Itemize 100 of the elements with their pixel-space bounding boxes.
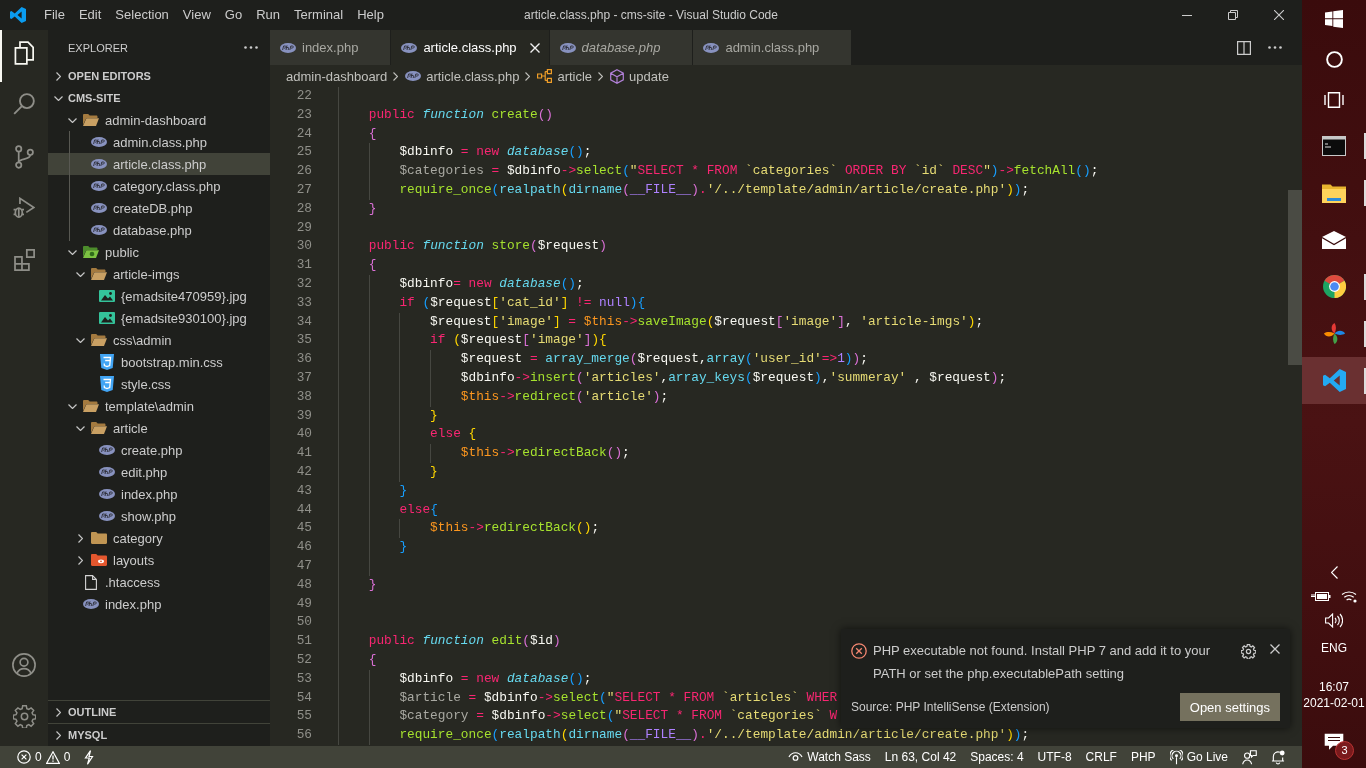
status-bar-item[interactable]: Go Live	[1162, 746, 1235, 768]
menu-item[interactable]: File	[37, 0, 72, 30]
php-file-icon	[559, 42, 576, 53]
clock-date[interactable]: 2021-02-01	[1303, 695, 1365, 711]
battery-icon[interactable]	[1311, 590, 1331, 602]
status-bar-item[interactable]: Spaces: 4	[963, 746, 1031, 768]
tree-item[interactable]: show.php	[48, 505, 270, 527]
circle-icon	[1325, 50, 1343, 68]
breadcrumb-item[interactable]: article.class.php	[405, 68, 520, 84]
menu-item[interactable]: Selection	[108, 0, 176, 30]
tree-item[interactable]: {emadsite470959}.jpg	[48, 285, 270, 307]
close-icon[interactable]	[1270, 644, 1280, 654]
code-line: $request['image'] = $this->saveImage($request['image'], 'article-imgs');	[430, 312, 984, 331]
menu-item[interactable]: Terminal	[287, 0, 351, 30]
folder-icon	[1322, 182, 1346, 203]
code-line: $request = array_merge($request,array('user_id'=>1));	[460, 350, 868, 369]
breadcrumb-item[interactable]: update	[610, 68, 669, 84]
clock-time[interactable]: 16:07	[1319, 679, 1349, 695]
lightning-icon	[84, 749, 95, 765]
line-number: 45	[296, 520, 312, 536]
editor-tab[interactable]: admin.class.php	[693, 30, 853, 65]
line-number: 30	[296, 238, 312, 254]
status-bar-item[interactable]: PHP	[1123, 746, 1163, 768]
section-header[interactable]: MYSQL	[48, 724, 270, 746]
open-settings-button[interactable]: Open settings	[1179, 693, 1280, 721]
scrollbar-thumb[interactable]	[1288, 190, 1302, 365]
tree-item[interactable]: article-imgs	[48, 263, 270, 285]
status-bar-item[interactable]: Watch Sass	[781, 746, 878, 768]
line-number: 52	[296, 651, 312, 667]
status-bar-item[interactable]: Ln 63, Col 42	[877, 746, 964, 768]
problems-button[interactable]: 0 0	[10, 746, 78, 768]
tree-item[interactable]: index.php	[48, 593, 270, 615]
tree-item[interactable]: admin-dashboard	[48, 109, 270, 131]
menu-item[interactable]: Run	[249, 0, 287, 30]
eye-icon	[788, 752, 804, 762]
menu-item[interactable]: Help	[350, 0, 391, 30]
wifi-icon[interactable]	[1341, 589, 1357, 603]
line-number: 26	[296, 163, 312, 179]
breadcrumb-item[interactable]: article	[537, 68, 593, 84]
section-header[interactable]: CMS-SITE	[48, 87, 270, 109]
php-file-icon	[405, 71, 422, 81]
php-file-icon	[91, 137, 107, 147]
editor-tab[interactable]: article.class.php	[391, 30, 550, 65]
tree-item[interactable]: article	[48, 417, 270, 439]
code-line: }	[399, 538, 408, 557]
tree-item[interactable]: template\admin	[48, 395, 270, 417]
folder-icon	[91, 554, 107, 566]
tree-item[interactable]: layouts	[48, 549, 270, 571]
tree-item[interactable]: article.class.php	[48, 153, 270, 175]
menu-item[interactable]: Go	[217, 0, 250, 30]
window-title: article.class.php - cms-site - Visual Studio Code	[524, 8, 778, 22]
section-header[interactable]: OUTLINE	[48, 701, 270, 723]
section-header[interactable]: OPEN EDITORS	[48, 65, 270, 87]
tree-item[interactable]: index.php	[48, 483, 270, 505]
line-number: 27	[296, 182, 312, 197]
source-control-icon	[14, 145, 34, 169]
breadcrumb-item[interactable]: admin-dashboard	[286, 68, 388, 84]
chevron-left-icon[interactable]	[1330, 565, 1338, 579]
settings-icon	[12, 705, 36, 728]
volume-icon[interactable]	[1325, 612, 1343, 628]
line-number: 23	[296, 106, 312, 122]
menu-item[interactable]: View	[175, 0, 218, 30]
editor-tab[interactable]: database.php	[549, 30, 694, 65]
more-icon[interactable]	[244, 46, 258, 49]
menu-item[interactable]: Edit	[71, 0, 109, 30]
tree-item[interactable]: css\admin	[48, 329, 270, 351]
code-line: $dbinfo = new database();	[399, 669, 592, 688]
line-number: 47	[296, 557, 312, 573]
php-file-icon	[91, 203, 107, 213]
php-file-icon	[99, 489, 115, 499]
line-number: 41	[296, 445, 312, 461]
line-number: 33	[296, 294, 312, 310]
code-line: public function edit($id)	[368, 632, 561, 651]
tree-item[interactable]: style.css	[48, 373, 270, 395]
person-speech-icon	[1242, 749, 1257, 765]
code-line: }	[368, 575, 377, 594]
tree-item[interactable]: bootstrap.min.css	[48, 351, 270, 373]
line-number: 51	[296, 633, 312, 649]
notification-message: PHP executable not found. Install PHP 7 and add it to your PATH or set the php.executablePath setting	[873, 642, 1212, 683]
code-line: {	[368, 256, 377, 275]
tree-item[interactable]: edit.php	[48, 461, 270, 483]
editor-tab[interactable]: index.php	[270, 30, 392, 65]
language-indicator[interactable]: ENG	[1321, 641, 1347, 655]
code-line: $category = $dbinfo->select("SELECT * FROM `categories` W	[399, 707, 838, 726]
tree-item[interactable]: {emadsite930100}.jpg	[48, 307, 270, 329]
more-icon[interactable]	[1268, 46, 1282, 49]
status-bar-item[interactable]: UTF-8	[1030, 746, 1079, 768]
split-editor-icon[interactable]	[1237, 40, 1251, 55]
tree-item[interactable]: public	[48, 241, 270, 263]
action-center-button[interactable]: 3	[1314, 726, 1354, 758]
line-number: 53	[296, 670, 312, 686]
line-number: 28	[296, 200, 312, 216]
tree-item[interactable]: .htaccess	[48, 571, 270, 593]
person-circle-icon	[12, 653, 36, 677]
tree-item[interactable]: category	[48, 527, 270, 549]
status-bar-item[interactable]: CRLF	[1078, 746, 1124, 768]
warning-icon	[45, 750, 60, 764]
settings-icon[interactable]	[1241, 644, 1256, 659]
css-file-icon	[100, 354, 114, 370]
tree-item[interactable]: create.php	[48, 439, 270, 461]
